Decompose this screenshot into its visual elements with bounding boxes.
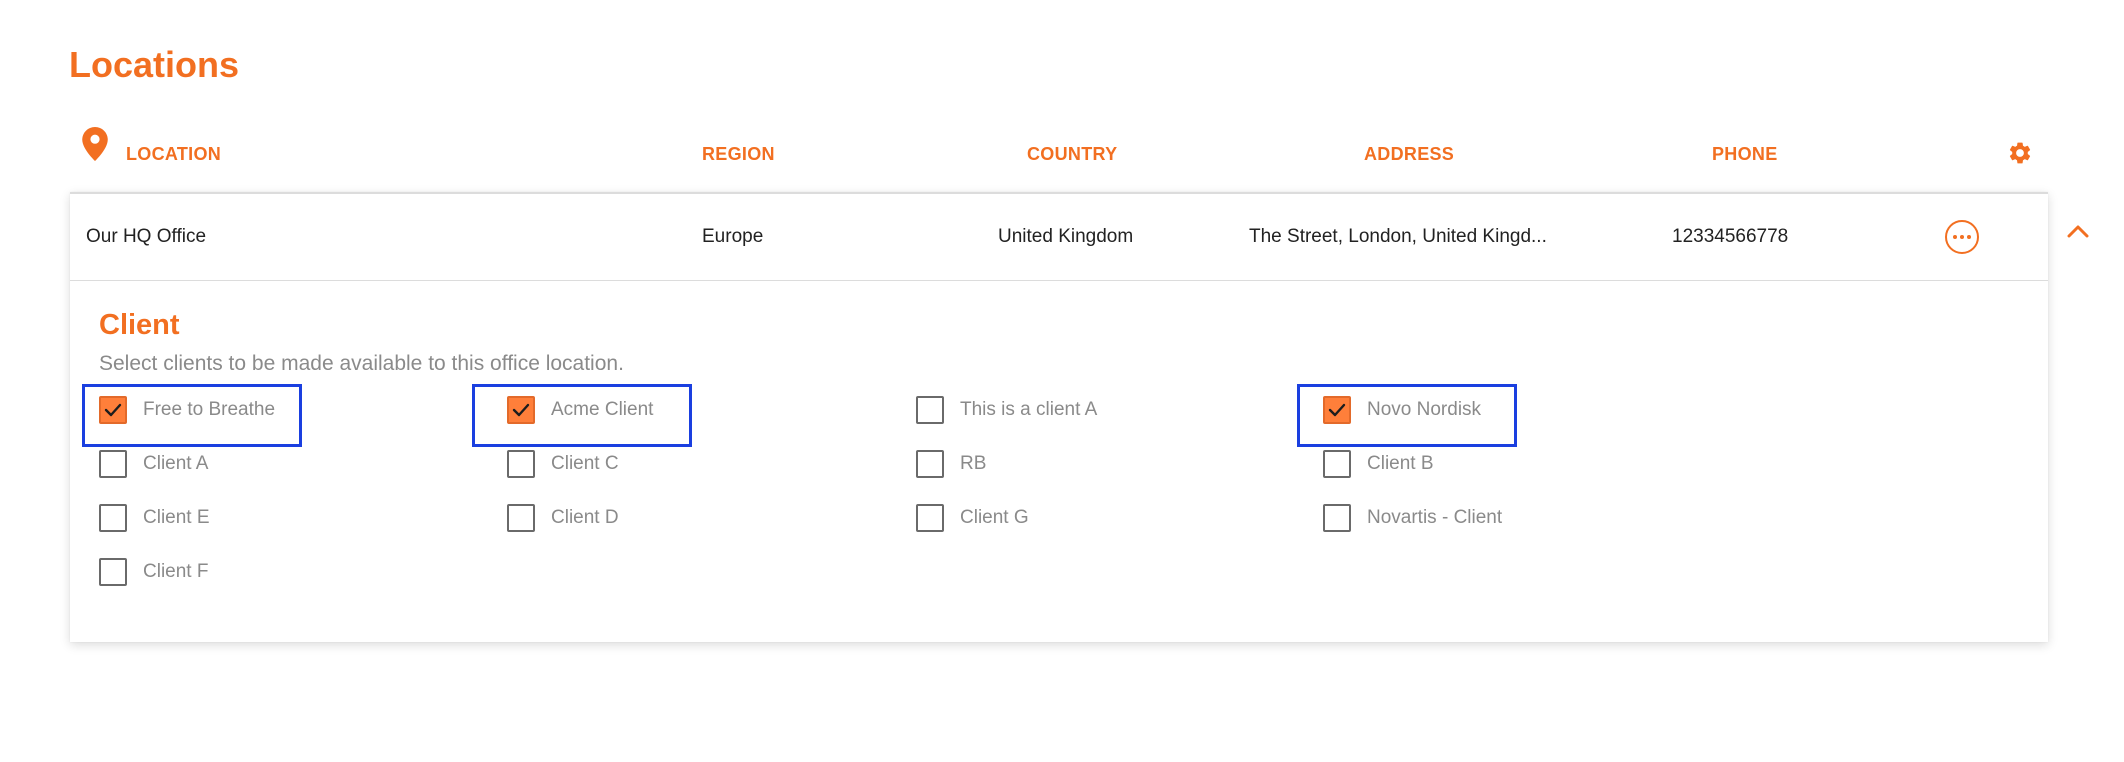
client-section-title: Client: [99, 309, 180, 341]
checkbox[interactable]: [99, 396, 127, 424]
client-checkbox-item[interactable]: Novartis - Client: [1323, 503, 1502, 533]
checkmark-icon: [104, 403, 122, 417]
client-checkbox-label: RB: [960, 453, 987, 474]
client-checkbox-item[interactable]: Client B: [1323, 449, 1434, 479]
column-header-region[interactable]: REGION: [702, 144, 775, 165]
checkbox[interactable]: [507, 504, 535, 532]
client-checkbox-label: Client B: [1367, 453, 1434, 474]
client-checkbox-label: Client G: [960, 507, 1029, 528]
checkbox[interactable]: [916, 396, 944, 424]
client-checkbox-item[interactable]: Client D: [507, 503, 619, 533]
checkmark-icon: [1328, 403, 1346, 417]
checkbox[interactable]: [1323, 504, 1351, 532]
client-checkbox-label: Client F: [143, 561, 209, 582]
location-pin-icon: [82, 127, 108, 161]
checkbox[interactable]: [507, 396, 535, 424]
cell-phone: 12334566778: [1672, 226, 1789, 247]
cell-address: The Street, London, United Kingd...: [1249, 226, 1547, 247]
client-checkbox-item[interactable]: Acme Client: [507, 395, 653, 425]
client-checkbox-label: Client D: [551, 507, 619, 528]
client-section-description: Select clients to be made available to t…: [99, 352, 624, 375]
client-checkbox-label: Acme Client: [551, 399, 654, 420]
checkbox[interactable]: [1323, 396, 1351, 424]
client-checkbox-item[interactable]: Client G: [916, 503, 1029, 533]
column-header-country[interactable]: COUNTRY: [1027, 144, 1117, 165]
client-checkbox-label: Novartis - Client: [1367, 507, 1503, 528]
column-header-location[interactable]: LOCATION: [126, 144, 221, 165]
location-card: Our HQ Office Europe United Kingdom The …: [70, 192, 2089, 642]
page-title: Locations: [69, 44, 240, 85]
checkbox[interactable]: [99, 558, 127, 586]
divider: [70, 280, 2048, 281]
cell-country: United Kingdom: [998, 226, 1134, 247]
checkbox[interactable]: [99, 504, 127, 532]
checkbox[interactable]: [1323, 450, 1351, 478]
checkbox[interactable]: [916, 450, 944, 478]
column-header-address[interactable]: ADDRESS: [1364, 144, 1454, 165]
client-checkbox-label: Free to Breathe: [143, 399, 276, 420]
cell-location: Our HQ Office: [86, 226, 207, 247]
checkbox[interactable]: [916, 504, 944, 532]
divider: [70, 192, 2048, 194]
client-checkbox-item[interactable]: RB: [916, 449, 986, 479]
more-horizontal-icon: [1953, 235, 1971, 239]
client-checkbox-label: This is a client A: [960, 399, 1098, 420]
client-checkbox-label: Client A: [143, 453, 209, 474]
client-checkbox-item[interactable]: Client E: [99, 503, 210, 533]
client-checkbox-item[interactable]: Novo Nordisk: [1323, 395, 1481, 425]
chevron-up-icon[interactable]: [2067, 223, 2089, 239]
client-checkbox-label: Client E: [143, 507, 210, 528]
client-checkbox-item[interactable]: Free to Breathe: [99, 395, 275, 425]
client-checkbox-item[interactable]: This is a client A: [916, 395, 1097, 425]
more-actions-button[interactable]: [1945, 220, 1979, 254]
checkbox[interactable]: [507, 450, 535, 478]
client-checkbox-label: Novo Nordisk: [1367, 399, 1482, 420]
column-header-phone[interactable]: PHONE: [1712, 144, 1778, 165]
checkmark-icon: [512, 403, 530, 417]
client-checkbox-label: Client C: [551, 453, 619, 474]
client-checkbox-item[interactable]: Client F: [99, 557, 208, 587]
client-checkbox-item[interactable]: Client C: [507, 449, 619, 479]
client-checkbox-item[interactable]: Client A: [99, 449, 208, 479]
checkbox[interactable]: [99, 450, 127, 478]
cell-region: Europe: [702, 226, 764, 247]
gear-icon[interactable]: [2007, 140, 2033, 166]
